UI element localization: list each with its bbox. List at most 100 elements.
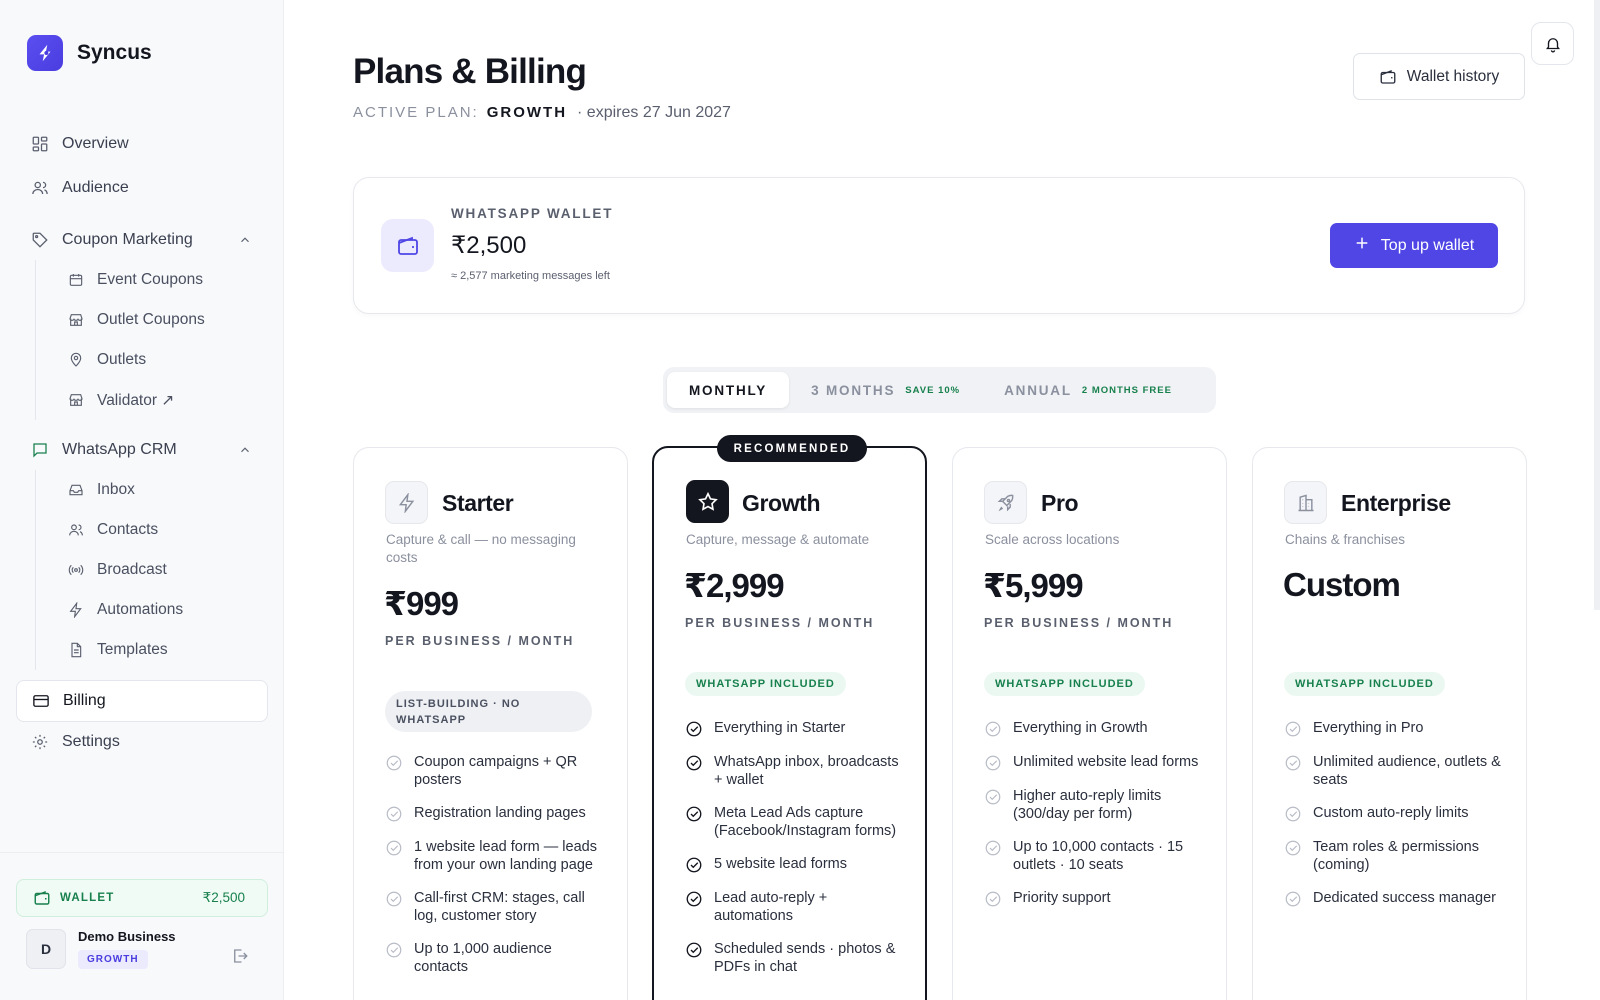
feature-item: Lead auto-reply + automations [685, 889, 907, 925]
star-icon [686, 480, 729, 523]
feature-item: Higher auto-reply limits (300/day per fo… [984, 787, 1208, 823]
plan-description: Capture, message & automate [686, 532, 870, 547]
top-up-label: Top up wallet [1380, 236, 1475, 254]
feature-text: Everything in Growth [1013, 720, 1148, 736]
plus-icon [1354, 235, 1370, 256]
user-profile[interactable]: D Demo Business GROWTH [26, 929, 176, 969]
wallet-chip-label: WALLET [60, 892, 115, 904]
notifications-button[interactable] [1531, 22, 1574, 65]
plan-name: Starter [442, 490, 514, 516]
nav-item-whatsapp-crm[interactable]: WhatsApp CRM [16, 430, 268, 470]
check-circle-icon [985, 840, 1001, 856]
billing-period-toggle: MONTHLY 3 MONTHS SAVE 10% ANNUAL 2 MONTHS … [663, 367, 1216, 413]
feature-text: Priority support [1013, 890, 1111, 906]
nav-item-coupon-marketing[interactable]: Coupon Marketing [16, 220, 268, 260]
avatar: D [26, 929, 66, 969]
inbox-icon [67, 481, 85, 499]
wallet-chip[interactable]: WALLET ₹2,500 [16, 879, 268, 917]
sub-label: Event Coupons [97, 271, 203, 288]
chevron-up-icon[interactable] [238, 443, 252, 462]
sidebar-item-inbox[interactable]: Inbox [36, 470, 268, 510]
check-circle-icon [1285, 721, 1301, 737]
main-nav: Overview Audience Coupon Marketing Event… [16, 124, 268, 762]
feature-item: Team roles & permissions (coming) [1284, 838, 1508, 874]
plan-card-enterprise[interactable]: Enterprise Chains & franchises Custom WH… [1252, 447, 1527, 1000]
feature-item: Dedicated success manager [1284, 889, 1508, 908]
nav-label: WhatsApp CRM [62, 441, 177, 458]
check-circle-icon [386, 840, 402, 856]
feature-text: Registration landing pages [414, 805, 586, 821]
check-circle-icon [686, 721, 702, 737]
feature-text: Dedicated success manager [1313, 890, 1496, 906]
calendar-icon [67, 271, 85, 289]
chevron-up-icon[interactable] [238, 233, 252, 252]
feature-item: Registration landing pages [385, 804, 609, 823]
plan-period: PER BUSINESS / MONTH [685, 616, 875, 630]
syncus-logo-icon [27, 35, 63, 71]
sidebar-item-event-coupons[interactable]: Event Coupons [36, 260, 268, 300]
plan-period: PER BUSINESS / MONTH [984, 616, 1174, 630]
logout-icon[interactable] [231, 947, 249, 970]
sidebar-item-automations[interactable]: Automations [36, 590, 268, 630]
brand-name: Syncus [77, 41, 152, 64]
plan-description: Capture & call — no messaging costs [386, 532, 576, 565]
bell-icon [1544, 35, 1562, 53]
tab-label: MONTHLY [689, 382, 768, 398]
feature-text: Everything in Starter [714, 720, 846, 736]
feature-list: Coupon campaigns + QR posters Registrati… [385, 753, 609, 991]
check-circle-icon [1285, 891, 1301, 907]
sidebar-item-templates[interactable]: Templates [36, 630, 268, 670]
sub-label: Automations [97, 601, 184, 618]
map-pin-icon [67, 351, 85, 369]
coupon-submenu: Event Coupons Outlet Coupons Outlets Val… [35, 260, 268, 420]
feature-text: Higher auto-reply limits (300/day per fo… [1013, 788, 1162, 822]
main-content: Plans & Billing ACTIVE PLAN: GROWTH · ex… [284, 0, 1600, 1000]
nav-item-overview[interactable]: Overview [16, 124, 268, 164]
tab-annual[interactable]: ANNUAL 2 MONTHS FREE [982, 372, 1194, 408]
plan-price: ₹999 [384, 585, 459, 622]
feature-item: Everything in Pro [1284, 719, 1508, 738]
feature-item: Meta Lead Ads capture (Facebook/Instagra… [685, 804, 907, 840]
gear-icon [31, 733, 49, 751]
check-circle-icon [985, 891, 1001, 907]
wallet-history-button[interactable]: Wallet history [1353, 53, 1525, 100]
sidebar-item-validator[interactable]: Validator ↗ [36, 380, 268, 420]
feature-item: Unlimited website lead forms [984, 753, 1208, 772]
user-plan-badge: GROWTH [78, 950, 148, 969]
check-circle-icon [985, 755, 1001, 771]
plan-name: Growth [742, 490, 821, 516]
tab-monthly[interactable]: MONTHLY [667, 372, 790, 408]
sidebar-item-outlets[interactable]: Outlets [36, 340, 268, 380]
feature-list: Everything in Pro Unlimited audience, ou… [1284, 719, 1508, 923]
plan-card-starter[interactable]: Starter Capture & call — no messaging co… [353, 447, 628, 1000]
feature-item: Up to 1,000 audience contacts [385, 940, 609, 976]
broadcast-icon [67, 561, 85, 579]
grid-icon [31, 135, 49, 153]
plan-tag: WHATSAPP INCLUDED [1284, 672, 1445, 696]
top-up-wallet-button[interactable]: Top up wallet [1330, 223, 1498, 268]
sidebar-item-broadcast[interactable]: Broadcast [36, 550, 268, 590]
plan-name: Pro [1041, 490, 1079, 516]
sub-label: Templates [97, 641, 168, 658]
brand[interactable]: Syncus [27, 35, 152, 71]
check-circle-icon [686, 806, 702, 822]
sidebar-item-outlet-coupons[interactable]: Outlet Coupons [36, 300, 268, 340]
feature-text: Call-first CRM: stages, call log, custom… [414, 890, 585, 924]
nav-label: Overview [62, 135, 129, 152]
users-icon [31, 179, 49, 197]
sidebar-item-contacts[interactable]: Contacts [36, 510, 268, 550]
feature-text: Up to 1,000 audience contacts [414, 941, 552, 975]
plan-card-growth[interactable]: RECOMMENDED Growth Capture, message & au… [652, 435, 927, 1000]
plan-card-pro[interactable]: Pro Scale across locations ₹5,999 PER BU… [952, 447, 1227, 1000]
scrollbar[interactable] [1594, 0, 1600, 610]
sub-label: Broadcast [97, 561, 167, 578]
nav-item-billing[interactable]: Billing [16, 680, 268, 722]
check-circle-icon [686, 857, 702, 873]
rocket-icon [984, 481, 1027, 524]
feature-item: Coupon campaigns + QR posters [385, 753, 609, 789]
plan-tag: WHATSAPP INCLUDED [984, 672, 1145, 696]
nav-item-settings[interactable]: Settings [16, 722, 268, 762]
tab-3-months[interactable]: 3 MONTHS SAVE 10% [789, 372, 982, 408]
nav-item-audience[interactable]: Audience [16, 168, 268, 208]
check-circle-icon [1285, 755, 1301, 771]
